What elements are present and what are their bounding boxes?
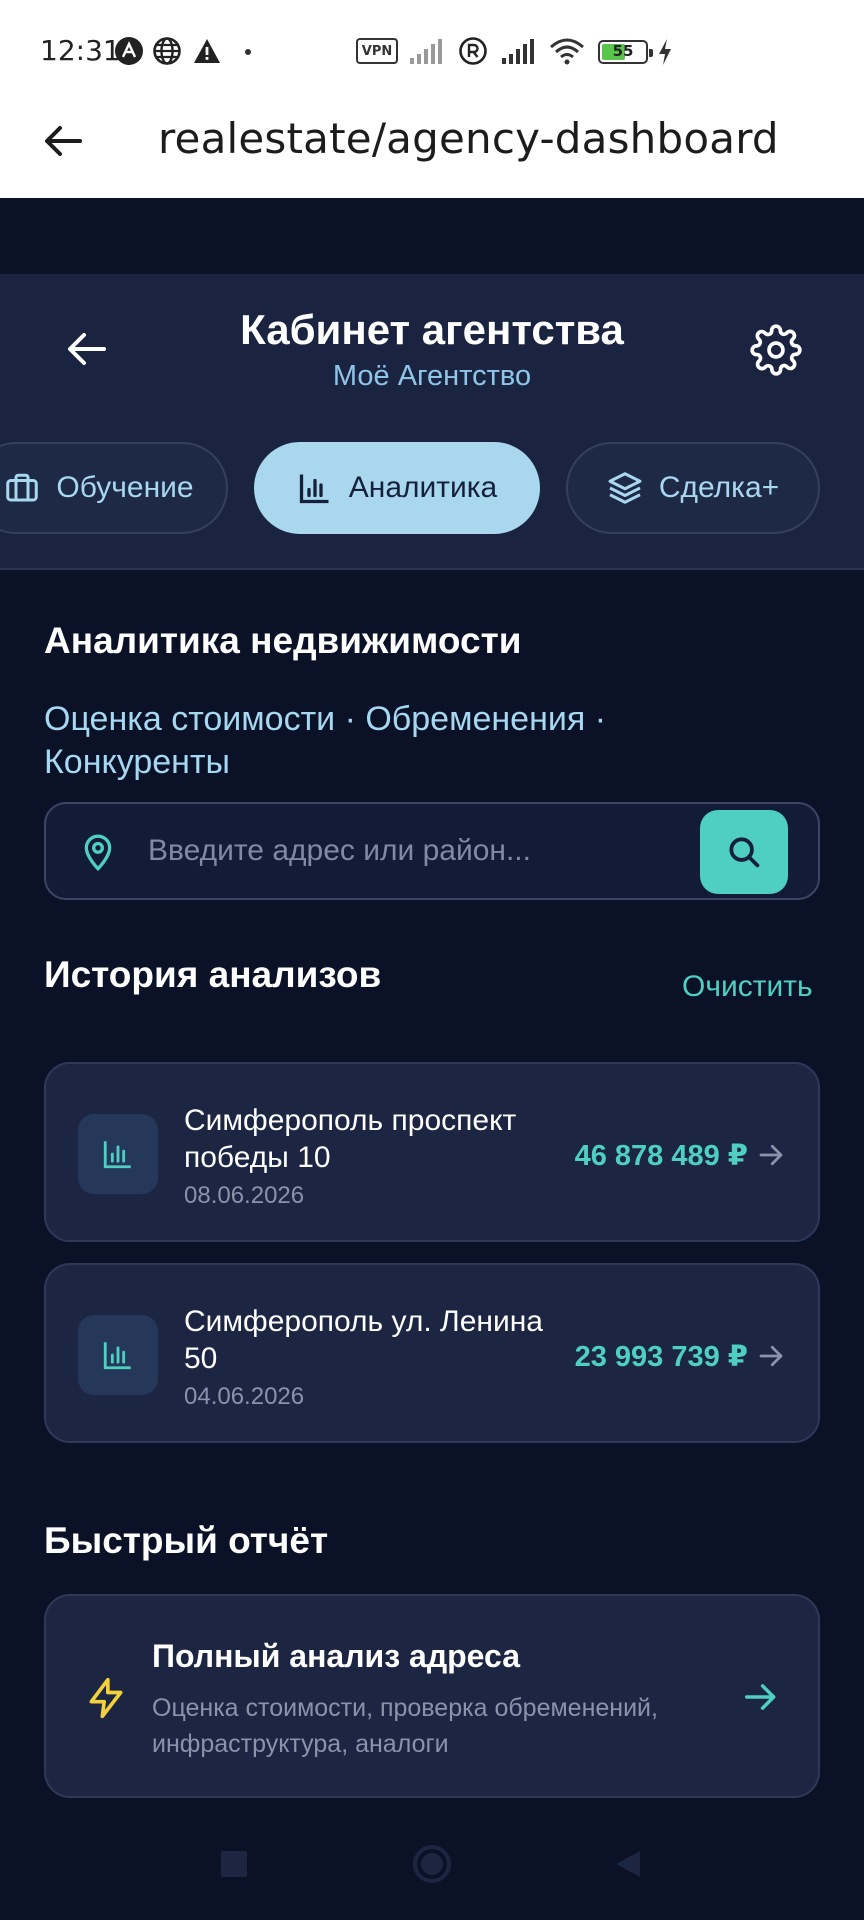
bar-chart-icon xyxy=(103,1141,131,1169)
arrow-right-icon xyxy=(759,1345,783,1367)
tab-analytics[interactable]: Аналитика xyxy=(254,442,540,534)
dot-icon xyxy=(245,49,251,55)
arrow-right-icon xyxy=(745,1684,776,1710)
vpn-badge: VPN xyxy=(356,38,398,64)
charging-icon xyxy=(659,39,671,65)
quick-report-heading: Быстрый отчёт xyxy=(44,1520,329,1561)
history-item[interactable]: Симферополь ул. Ленина 50 04.06.2026 23 … xyxy=(44,1263,820,1443)
history-price: 46 878 489 ₽ xyxy=(574,1140,748,1172)
search-icon xyxy=(729,837,760,868)
tab-training[interactable]: Обучение xyxy=(0,442,228,534)
report-card-description: Оценка стоимости, проверка обременений, … xyxy=(152,1694,658,1758)
arrow-right-icon xyxy=(759,1144,783,1166)
signal-icon xyxy=(410,39,442,64)
analysis-icon-box xyxy=(78,1315,158,1395)
agency-name: Моё Агентство xyxy=(332,360,532,392)
map-pin-icon xyxy=(84,834,112,872)
home-button-icon[interactable] xyxy=(412,1844,452,1884)
history-heading: История анализов xyxy=(44,954,382,995)
history-address: Симферополь проспект победы 10 xyxy=(184,1104,517,1174)
browser-bar: realestate/agency-dashboard xyxy=(0,98,864,198)
system-nav-bar xyxy=(0,1830,864,1920)
tab-label: Аналитика xyxy=(348,471,498,504)
recents-button-icon[interactable] xyxy=(218,1848,250,1880)
signal-icon xyxy=(502,39,534,64)
layers-icon xyxy=(608,472,642,504)
back-button-icon[interactable] xyxy=(612,1848,644,1880)
page-title: Кабинет агентства xyxy=(240,306,624,353)
registered-icon xyxy=(459,37,487,65)
gear-icon[interactable] xyxy=(750,324,802,376)
search-input[interactable]: Введите адрес или район... xyxy=(148,834,531,868)
page-url: realestate/agency-dashboard xyxy=(158,114,779,163)
briefcase-icon xyxy=(6,473,39,502)
bar-chart-icon xyxy=(299,474,329,504)
analytics-tagline: Оценка стоимости · Обременения · Конкуре… xyxy=(44,700,607,781)
lightning-icon xyxy=(89,1677,123,1719)
report-card-title: Полный анализ адреса xyxy=(152,1638,521,1674)
tab-deal-plus[interactable]: Сделка+ xyxy=(566,442,820,534)
analysis-icon-box xyxy=(78,1114,158,1194)
status-bar: 12:31 VPN 55 xyxy=(0,0,864,98)
back-arrow-icon[interactable] xyxy=(40,118,86,164)
search-button[interactable] xyxy=(700,810,788,894)
history-address: Симферополь ул. Ленина 50 xyxy=(184,1305,543,1375)
wifi-icon xyxy=(550,38,584,65)
notification-a-icon xyxy=(115,37,143,65)
status-time: 12:31 xyxy=(40,34,121,67)
analytics-heading: Аналитика недвижимости xyxy=(44,620,522,661)
history-item[interactable]: Симферополь проспект победы 10 08.06.202… xyxy=(44,1062,820,1242)
warning-icon xyxy=(194,39,220,63)
tab-label: Обучение xyxy=(56,471,194,504)
full-address-analysis-card[interactable]: Полный анализ адреса Оценка стоимости, п… xyxy=(44,1594,820,1798)
address-search[interactable]: Введите адрес или район... xyxy=(44,802,820,900)
tab-label: Сделка+ xyxy=(658,471,780,504)
bar-chart-icon xyxy=(103,1342,131,1370)
battery-level: 55 xyxy=(612,42,634,60)
history-date: 04.06.2026 xyxy=(184,1383,305,1410)
battery-icon: 55 xyxy=(598,40,653,64)
globe-icon xyxy=(153,37,181,65)
clear-history-button[interactable]: Очистить xyxy=(682,970,813,1004)
history-price: 23 993 739 ₽ xyxy=(574,1341,748,1373)
history-date: 08.06.2026 xyxy=(184,1182,305,1209)
agency-header: Кабинет агентства Моё Агентство Обучение… xyxy=(0,274,864,570)
